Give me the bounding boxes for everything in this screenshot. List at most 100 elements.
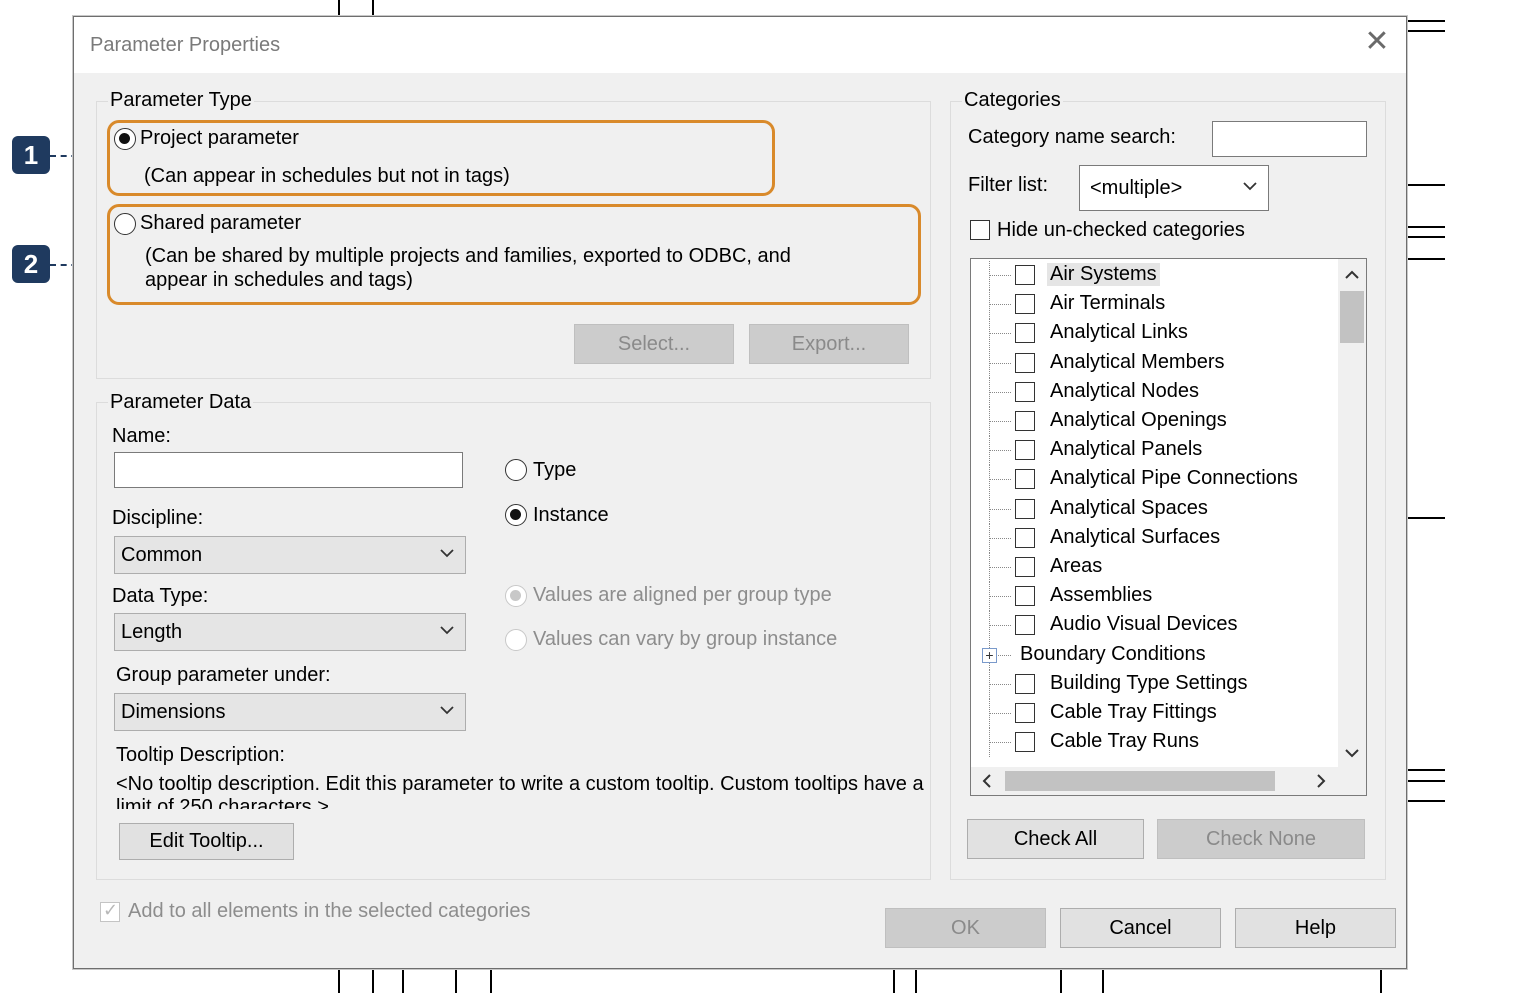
category-checkbox[interactable] — [1015, 469, 1035, 490]
vertical-scrollbar[interactable] — [1338, 259, 1366, 769]
category-checkbox[interactable] — [1015, 411, 1035, 431]
edit-tooltip-button[interactable]: Edit Tooltip... — [119, 823, 294, 860]
category-tree-list[interactable]: Air Systems Air Terminals Analytical Links… — [970, 258, 1367, 796]
category-list-item[interactable]: Cable Tray Runs — [971, 728, 1331, 758]
shared-parameter-label[interactable]: Shared parameter — [140, 212, 301, 235]
category-item-label[interactable]: Building Type Settings — [1047, 672, 1251, 695]
shared-parameter-radio[interactable] — [114, 213, 136, 235]
category-item-label[interactable]: Analytical Links — [1047, 321, 1191, 344]
name-input[interactable] — [114, 452, 463, 488]
values-vary-label[interactable]: Values can vary by group instance — [533, 628, 837, 651]
vertical-scroll-thumb[interactable] — [1340, 291, 1364, 343]
category-list-item[interactable]: Analytical Surfaces — [971, 523, 1331, 553]
close-icon[interactable]: ✕ — [1362, 27, 1392, 57]
hide-unchecked-label[interactable]: Hide un-checked categories — [997, 219, 1245, 242]
add-to-all-label[interactable]: Add to all elements in the selected cate… — [128, 900, 530, 923]
background-drawing-line — [1060, 969, 1062, 993]
category-list-item[interactable]: Cable Tray Fittings — [971, 699, 1331, 728]
category-search-input[interactable] — [1212, 121, 1367, 157]
ok-button[interactable]: OK — [885, 908, 1046, 948]
category-checkbox[interactable] — [1015, 732, 1035, 753]
category-item-label[interactable]: Areas — [1047, 555, 1105, 578]
category-item-label[interactable]: Analytical Members — [1047, 351, 1228, 374]
category-checkbox[interactable] — [1015, 381, 1035, 402]
background-drawing-line — [455, 969, 457, 993]
category-item-label[interactable]: Assemblies — [1047, 584, 1155, 607]
horizontal-scrollbar[interactable] — [971, 767, 1366, 795]
category-list-item[interactable]: + Boundary Conditions — [971, 640, 1331, 670]
values-aligned-label[interactable]: Values are aligned per group type — [533, 584, 832, 607]
category-checkbox[interactable] — [1015, 294, 1035, 315]
filter-list-select[interactable]: <multiple> — [1079, 165, 1269, 211]
category-item-label[interactable]: Analytical Spaces — [1047, 497, 1211, 520]
category-list-item[interactable]: Analytical Spaces — [971, 494, 1331, 524]
instance-radio[interactable] — [505, 504, 527, 526]
tooltip-description-box: <No tooltip description. Edit this param… — [116, 773, 928, 809]
category-list-item[interactable]: Air Terminals — [971, 290, 1331, 320]
export-button[interactable]: Export... — [749, 324, 909, 364]
category-list-item[interactable]: Analytical Panels — [971, 436, 1331, 466]
category-list-item[interactable]: Analytical Pipe Connections — [971, 465, 1331, 495]
category-list-item[interactable]: Analytical Openings — [971, 407, 1331, 436]
data-type-select[interactable]: Length — [114, 613, 466, 651]
category-item-label[interactable]: Analytical Surfaces — [1047, 526, 1223, 549]
values-vary-radio[interactable] — [505, 629, 527, 651]
tree-guide-line — [989, 713, 1011, 714]
project-parameter-label[interactable]: Project parameter — [140, 127, 299, 150]
category-checkbox[interactable] — [1015, 265, 1035, 285]
check-all-button[interactable]: Check All — [967, 819, 1144, 859]
category-checkbox[interactable] — [1015, 586, 1035, 607]
category-item-label[interactable]: Audio Visual Devices — [1047, 613, 1241, 636]
category-list-item[interactable]: Air Systems — [971, 261, 1331, 290]
tree-guide-line — [989, 508, 1011, 510]
expand-plus-icon[interactable]: + — [982, 647, 997, 663]
tree-guide-line — [989, 391, 1011, 393]
discipline-select[interactable]: Common — [114, 536, 466, 574]
category-item-label[interactable]: Cable Tray Fittings — [1047, 701, 1220, 724]
category-item-label[interactable]: Air Systems — [1047, 263, 1160, 286]
help-button[interactable]: Help — [1235, 908, 1396, 948]
category-list-item[interactable]: Analytical Members — [971, 348, 1331, 378]
category-checkbox[interactable] — [1015, 673, 1035, 694]
category-item-label[interactable]: Analytical Panels — [1047, 438, 1205, 461]
category-item-label[interactable]: Air Terminals — [1047, 292, 1168, 315]
scroll-right-icon[interactable] — [1313, 773, 1329, 789]
category-list-item[interactable]: Audio Visual Devices — [971, 611, 1331, 641]
type-radio[interactable] — [505, 459, 527, 481]
category-list-item[interactable]: Areas — [971, 553, 1331, 582]
chevron-down-icon — [440, 549, 454, 558]
scroll-up-icon[interactable] — [1344, 267, 1360, 283]
category-list-item[interactable]: Building Type Settings — [971, 669, 1331, 699]
category-checkbox[interactable] — [1015, 352, 1035, 373]
category-item-label[interactable]: Cable Tray Runs — [1047, 730, 1202, 753]
category-checkbox[interactable] — [1015, 498, 1035, 519]
select-button[interactable]: Select... — [574, 324, 734, 364]
category-checkbox[interactable] — [1015, 527, 1035, 548]
category-checkbox[interactable] — [1015, 440, 1035, 461]
category-list-item[interactable]: Assemblies — [971, 582, 1331, 612]
background-drawing-line — [338, 0, 340, 16]
type-label[interactable]: Type — [533, 459, 576, 482]
category-item-label[interactable]: Boundary Conditions — [1017, 643, 1209, 666]
category-item-label[interactable]: Analytical Nodes — [1047, 380, 1202, 403]
category-item-label[interactable]: Analytical Pipe Connections — [1047, 467, 1301, 490]
category-list-item[interactable]: Analytical Nodes — [971, 377, 1331, 407]
horizontal-scroll-thumb[interactable] — [1005, 771, 1275, 791]
values-aligned-radio[interactable] — [505, 585, 527, 607]
category-checkbox[interactable] — [1015, 615, 1035, 636]
cancel-button[interactable]: Cancel — [1060, 908, 1221, 948]
category-checkbox[interactable] — [1015, 703, 1035, 723]
category-list-item[interactable]: Analytical Links — [971, 319, 1331, 349]
group-under-select[interactable]: Dimensions — [114, 693, 466, 731]
project-parameter-radio[interactable] — [114, 128, 136, 150]
add-to-all-checkbox[interactable]: ✓ — [100, 900, 120, 922]
scroll-left-icon[interactable] — [979, 773, 995, 789]
category-checkbox[interactable] — [1015, 323, 1035, 344]
scroll-down-icon[interactable] — [1344, 745, 1360, 761]
check-none-button[interactable]: Check None — [1157, 819, 1365, 859]
instance-label[interactable]: Instance — [533, 504, 609, 527]
category-checkbox[interactable] — [1015, 557, 1035, 577]
background-drawing-line — [1102, 969, 1104, 993]
hide-unchecked-checkbox[interactable] — [970, 220, 990, 240]
category-item-label[interactable]: Analytical Openings — [1047, 409, 1230, 432]
